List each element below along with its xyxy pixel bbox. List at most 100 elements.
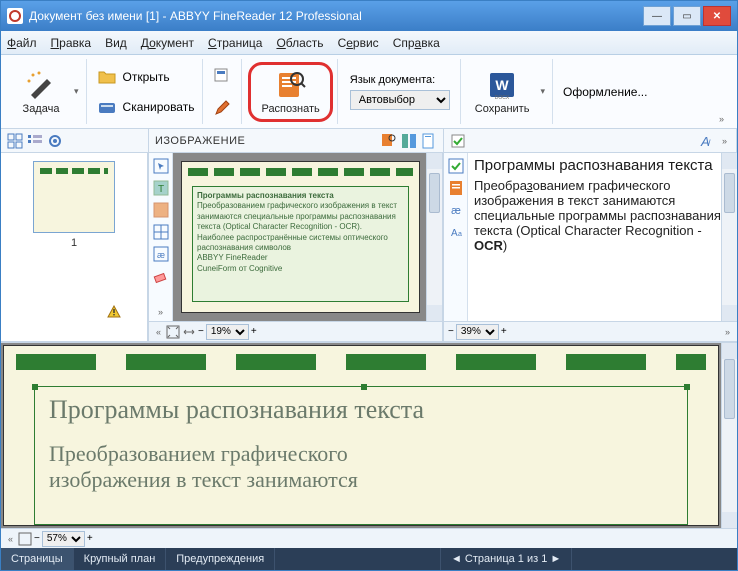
image-zoom-select[interactable]: 19% — [206, 324, 249, 340]
image-tools-overflow[interactable]: » — [155, 307, 166, 317]
menu-help[interactable]: Справка — [393, 36, 440, 50]
ribbon-overflow[interactable]: » — [716, 114, 727, 124]
maximize-button[interactable]: ▭ — [673, 6, 701, 26]
task-dropdown[interactable]: ▾ — [71, 86, 82, 97]
recognize-icon — [275, 69, 307, 101]
page-thumbnail[interactable] — [33, 161, 115, 233]
text-render[interactable]: Программы распознавания текста Преобразо… — [468, 153, 737, 321]
image-zoom-collapse[interactable]: « — [153, 327, 164, 337]
verify-text-icon[interactable] — [447, 157, 465, 175]
image-pane: T æ » Программы распознавания текста Пре — [149, 153, 444, 341]
open-label: Открыть — [123, 70, 170, 84]
format-label: Оформление... — [563, 85, 648, 99]
view-thumbnails-icon[interactable] — [7, 133, 23, 149]
warning-icon — [107, 305, 121, 319]
text-heading: Программы распознавания текста — [474, 157, 731, 174]
edit-pencil-button[interactable] — [209, 95, 237, 119]
status-tab-closeup[interactable]: Крупный план — [74, 548, 167, 570]
image-zoombar: « − 19% + — [149, 321, 442, 341]
text-zoombar: − 39% + » — [444, 321, 737, 341]
save-dropdown[interactable]: ▾ — [537, 86, 548, 97]
text-zoom-out[interactable]: − — [448, 326, 454, 337]
closeup-zoom-collapse[interactable]: « — [5, 534, 16, 544]
menu-page[interactable]: Страница — [208, 36, 262, 50]
page-icon[interactable] — [421, 133, 437, 149]
text-format-icon[interactable]: æ — [447, 201, 465, 219]
picture-area-icon[interactable] — [152, 201, 170, 219]
closeup-zoom-select[interactable]: 57% — [42, 531, 85, 547]
text-zoom-in[interactable]: + — [501, 326, 507, 337]
read-area-icon[interactable] — [381, 133, 397, 149]
word-icon: WDOCX — [486, 69, 518, 101]
view-list-icon[interactable] — [27, 133, 43, 149]
menubar: Файл Правка Вид Документ Страница Област… — [1, 31, 737, 55]
text-tools: æ Aa — [444, 153, 468, 321]
minimize-button[interactable]: — — [643, 6, 671, 26]
menu-edit[interactable]: Правка — [51, 36, 92, 50]
zoom-out[interactable]: − — [198, 326, 204, 337]
status-next[interactable]: ► — [550, 553, 561, 565]
text-pane: æ Aa Программы распознавания текста Прео… — [444, 153, 737, 341]
lang-label: Язык документа: — [350, 74, 450, 86]
eraser-tool-icon[interactable] — [152, 267, 170, 285]
image-pane-title: ИЗОБРАЖЕНИЕ — [155, 135, 245, 147]
table-area-icon[interactable] — [152, 223, 170, 241]
recognize-button[interactable]: Распознать — [253, 67, 327, 117]
status-page-info: Страница 1 из 1 — [465, 553, 547, 565]
fit-width-icon[interactable] — [182, 325, 196, 339]
closeup-zoom-out[interactable]: − — [34, 533, 40, 544]
task-button[interactable]: Задача — [11, 67, 71, 117]
status-tab-pages[interactable]: Страницы — [1, 548, 74, 570]
image-scrollbar-v[interactable] — [426, 153, 442, 321]
text-zoom-collapse[interactable]: » — [722, 327, 733, 337]
text-doc-icon[interactable] — [447, 179, 465, 197]
closeup-fit-icon[interactable] — [18, 532, 32, 546]
closeup-title: Программы распознавания текста — [49, 395, 673, 425]
closeup-line-2: изображения в текст занимаются — [49, 467, 673, 493]
open-button[interactable]: Открыть — [93, 65, 199, 89]
recognize-highlight: Распознать — [248, 62, 332, 122]
select-tool-icon[interactable] — [152, 157, 170, 175]
analyze-icon[interactable] — [401, 133, 417, 149]
svg-text:æ: æ — [156, 250, 164, 260]
status-prev[interactable]: ◄ — [451, 553, 462, 565]
zoom-in[interactable]: + — [251, 326, 257, 337]
closeup-zoom-in[interactable]: + — [87, 533, 93, 544]
menu-document[interactable]: Документ — [141, 36, 194, 50]
menu-service[interactable]: Сервис — [338, 36, 379, 50]
scan-button[interactable]: Сканировать — [93, 95, 199, 119]
svg-text:T: T — [157, 184, 163, 195]
text-zoom-select[interactable]: 39% — [456, 324, 499, 340]
app-icon — [7, 8, 23, 24]
save-button[interactable]: WDOCX Сохранить — [467, 67, 538, 117]
closeup-scrollbar-v[interactable] — [721, 343, 737, 528]
text-overflow[interactable]: » — [719, 136, 730, 146]
closeup-zoombar: « − 57% + — [1, 528, 737, 548]
image-canvas[interactable]: Программы распознавания текста Преобразо… — [173, 153, 442, 321]
edit-image-button[interactable] — [209, 65, 237, 89]
text-area-icon[interactable]: T — [152, 179, 170, 197]
text-case-icon[interactable]: Aa — [447, 223, 465, 241]
menu-file[interactable]: Файл — [7, 36, 37, 50]
pencil-icon — [213, 97, 233, 117]
closeup-canvas[interactable]: Программы распознавания текста Преобразо… — [3, 345, 719, 526]
menu-view[interactable]: Вид — [105, 36, 127, 50]
status-tab-warnings[interactable]: Предупреждения — [166, 548, 275, 570]
barcode-area-icon[interactable]: æ — [152, 245, 170, 263]
wand-icon — [25, 69, 57, 101]
titlebar: Документ без имени [1] - ABBYY FineReade… — [1, 1, 737, 31]
svg-text:a: a — [458, 231, 462, 238]
thumbnail-label: 1 — [71, 237, 77, 249]
format-button[interactable]: Оформление... — [559, 83, 652, 101]
lang-select[interactable]: Автовыбор — [350, 90, 450, 110]
close-button[interactable]: ✕ — [703, 6, 731, 26]
settings-gear-icon[interactable] — [47, 133, 63, 149]
menu-area[interactable]: Область — [276, 36, 323, 50]
folder-open-icon — [97, 67, 117, 87]
window-title: Документ без имени [1] - ABBYY FineReade… — [29, 9, 643, 23]
text-scrollbar-v[interactable] — [721, 153, 737, 321]
verify-icon[interactable] — [450, 133, 466, 149]
statusbar: Страницы Крупный план Предупреждения ◄ С… — [1, 548, 737, 570]
font-style-icon[interactable]: A/ — [699, 133, 715, 149]
fit-page-icon[interactable] — [166, 325, 180, 339]
